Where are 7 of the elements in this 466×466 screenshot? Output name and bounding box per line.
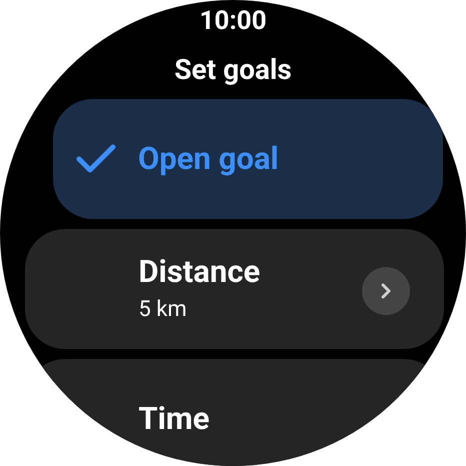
screen-title: Set goals xyxy=(174,53,292,87)
chevron-right-icon xyxy=(362,267,410,315)
checkmark-icon xyxy=(76,144,116,174)
goal-option[interactable]: Distance 5 km xyxy=(24,229,444,349)
clock-time: 10:00 xyxy=(200,5,266,37)
goal-option[interactable]: Open goal xyxy=(53,99,443,219)
goal-value: 5 km xyxy=(138,296,188,324)
